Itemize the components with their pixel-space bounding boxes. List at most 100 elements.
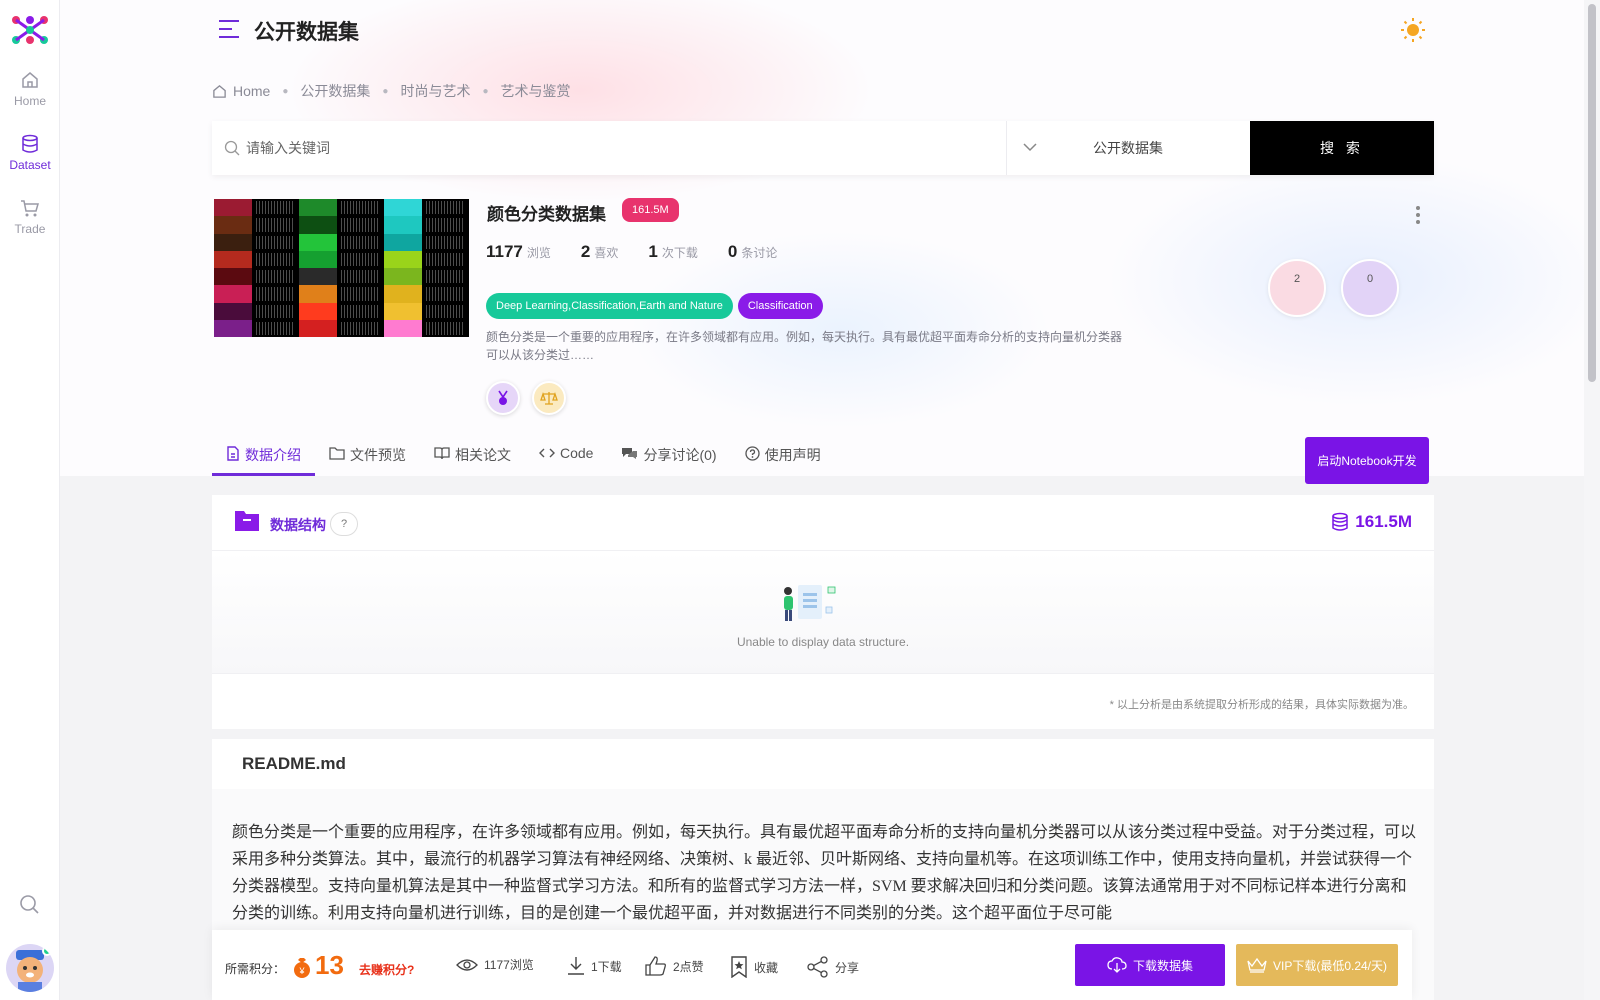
download-dataset-label: 下载数据集 (1132, 958, 1193, 973)
favorite-count-circle[interactable]: 0 (1341, 259, 1399, 317)
stat-downloads: 1 次下载 (648, 242, 697, 262)
search-scope-value: 公开数据集 (1093, 140, 1163, 156)
data-structure-disclaimer: * 以上分析是由系统提取分析形成的结果，具体实际数据为准。 (1109, 699, 1414, 711)
share-button-label: 分享 (835, 960, 860, 975)
data-structure-help[interactable]: ? (330, 512, 358, 536)
stat-views: 1177 浏览 (486, 242, 551, 262)
left-rail: Home Dataset Trade (0, 0, 60, 1000)
stat-likes: 2 喜欢 (581, 242, 618, 262)
content-tabs: 数据介绍 文件预览 相关论文 Code 分享讨论(0) 使用声明 (212, 436, 835, 476)
breadcrumb-public-datasets[interactable]: 公开数据集 (300, 81, 370, 101)
user-avatar[interactable] (6, 944, 54, 992)
breadcrumb-art-appreciation[interactable]: 艺术与鉴赏 (501, 81, 571, 101)
favorite-button[interactable]: 收藏 (730, 956, 778, 978)
download-icon (568, 957, 584, 975)
breadcrumb-home[interactable]: Home (233, 83, 270, 99)
dataset-title: 颜色分类数据集 (487, 205, 606, 224)
points-value: 13 (315, 950, 344, 980)
tab-data-intro[interactable]: 数据介绍 (212, 436, 315, 476)
book-icon (434, 447, 450, 460)
chevron-down-icon (1023, 143, 1037, 152)
app-logo[interactable] (10, 15, 50, 45)
tab-data-intro-label: 数据介绍 (245, 447, 301, 463)
like-button[interactable]: 2点赞 (645, 956, 704, 976)
readme-title: README.md (242, 754, 346, 773)
breadcrumb-home-icon (213, 84, 226, 98)
download-dataset-button[interactable]: 下载数据集 (1075, 944, 1225, 986)
medal-icon (498, 390, 508, 405)
data-structure-note: * 以上分析是由系统提取分析形成的结果，具体实际数据为准。 (212, 673, 1434, 729)
stat-likes-value: 2 (580, 242, 591, 261)
crown-icon (1247, 957, 1267, 973)
medal-badge[interactable] (486, 381, 520, 415)
search-icon[interactable] (18, 893, 40, 915)
dataset-tags: Deep Learning,Classification,Earth and N… (486, 293, 828, 319)
tab-file-preview[interactable]: 文件预览 (315, 436, 420, 476)
code-icon (539, 448, 555, 458)
page-title: 公开数据集 (254, 21, 359, 44)
search-button[interactable]: 搜 索 (1250, 121, 1434, 175)
data-structure-header: 数据结构 ? 161.5M (212, 495, 1434, 551)
vip-download-button[interactable]: VIP下载(最低0.24/天) (1236, 944, 1398, 986)
breadcrumb-separator: ● (382, 85, 389, 97)
views-count-label: 1177浏览 (484, 958, 534, 972)
data-structure-size-value: 161.5M (1355, 512, 1412, 531)
badges (486, 381, 578, 415)
file-icon (227, 446, 239, 461)
breadcrumb-separator: ● (282, 85, 289, 97)
dataset-size-badge: 161.5M (622, 198, 679, 222)
stat-views-unit: 浏览 (526, 246, 551, 260)
folder-purple-icon (235, 511, 259, 531)
dataset-description: 颜色分类是一个重要的应用程序，在许多领域都有应用。例如，每天执行。具有最优超平面… (486, 330, 1123, 362)
favorite-button-label: 收藏 (754, 960, 779, 975)
nav-home[interactable]: Home (0, 70, 60, 108)
more-options-icon[interactable] (1415, 205, 1421, 225)
nav-trade[interactable]: Trade (0, 198, 60, 236)
points-label: 所需积分： (225, 962, 286, 976)
search-input[interactable] (212, 121, 1006, 175)
stat-discussions-unit: 条讨论 (741, 246, 778, 260)
tab-file-preview-label: 文件预览 (350, 447, 406, 463)
readme-text: 颜色分类是一个重要的应用程序，在许多领域都有应用。例如，每天执行。具有最优超平面… (232, 824, 1417, 922)
earn-points-link[interactable]: 去赚积分? (359, 961, 414, 978)
home-icon (22, 72, 38, 88)
thumbs-up-icon (645, 956, 666, 976)
breadcrumb-fashion-art[interactable]: 时尚与艺术 (400, 81, 470, 101)
tab-usage-terms-label: 使用声明 (764, 447, 821, 463)
nav-home-label: Home (13, 94, 46, 108)
like-count-circle[interactable]: 2 (1268, 259, 1326, 317)
page-scrollbar[interactable] (1584, 0, 1600, 1000)
share-button[interactable]: 分享 (807, 956, 859, 978)
nav-dataset-label: Dataset (9, 158, 51, 172)
dataset-thumbnail (214, 199, 469, 337)
dataset-stats: 1177 浏览 2 喜欢 1 次下载 0 条讨论 (486, 242, 807, 262)
scale-badge[interactable] (532, 381, 566, 415)
search-scope-select[interactable]: 公开数据集 (1006, 121, 1250, 175)
balance-scale-icon (540, 391, 558, 405)
nav-dataset[interactable]: Dataset (0, 134, 60, 172)
tab-discussion[interactable]: 分享讨论(0) (607, 436, 730, 476)
svg-text:¥: ¥ (298, 966, 305, 976)
menu-icon[interactable] (218, 19, 240, 39)
scrollbar-thumb[interactable] (1588, 4, 1596, 382)
theme-toggle-sun-icon[interactable] (1400, 17, 1426, 43)
views-count: 1177浏览 (456, 956, 534, 973)
vip-download-label: VIP下载(最低0.24/天) (1272, 958, 1388, 973)
tab-code[interactable]: Code (525, 436, 607, 476)
database-size-icon (1332, 512, 1349, 531)
tab-papers[interactable]: 相关论文 (420, 436, 525, 476)
tag-topics[interactable]: Deep Learning,Classification,Earth and N… (486, 293, 733, 319)
bottom-action-bar: 所需积分： ¥ 13 去赚积分? 1177浏览 1下载 2点赞 收藏 分享 下载… (212, 930, 1412, 1000)
tab-usage-terms[interactable]: 使用声明 (731, 436, 835, 476)
tag-classification[interactable]: Classification (737, 293, 823, 319)
breadcrumb: Home ● 公开数据集 ● 时尚与艺术 ● 艺术与鉴赏 (212, 81, 571, 101)
tab-code-label: Code (560, 445, 594, 461)
downloads-count: 1下载 (567, 956, 622, 976)
empty-state-illustration (784, 585, 836, 621)
nav-trade-label: Trade (14, 222, 46, 236)
coin-bag-icon: ¥ (294, 958, 310, 978)
readme-header: README.md (212, 739, 1434, 789)
data-structure-body: Unable to display data structure. (212, 551, 1434, 673)
folder-icon (329, 447, 345, 460)
launch-notebook-button[interactable]: 启动Notebook开发 (1305, 437, 1429, 484)
